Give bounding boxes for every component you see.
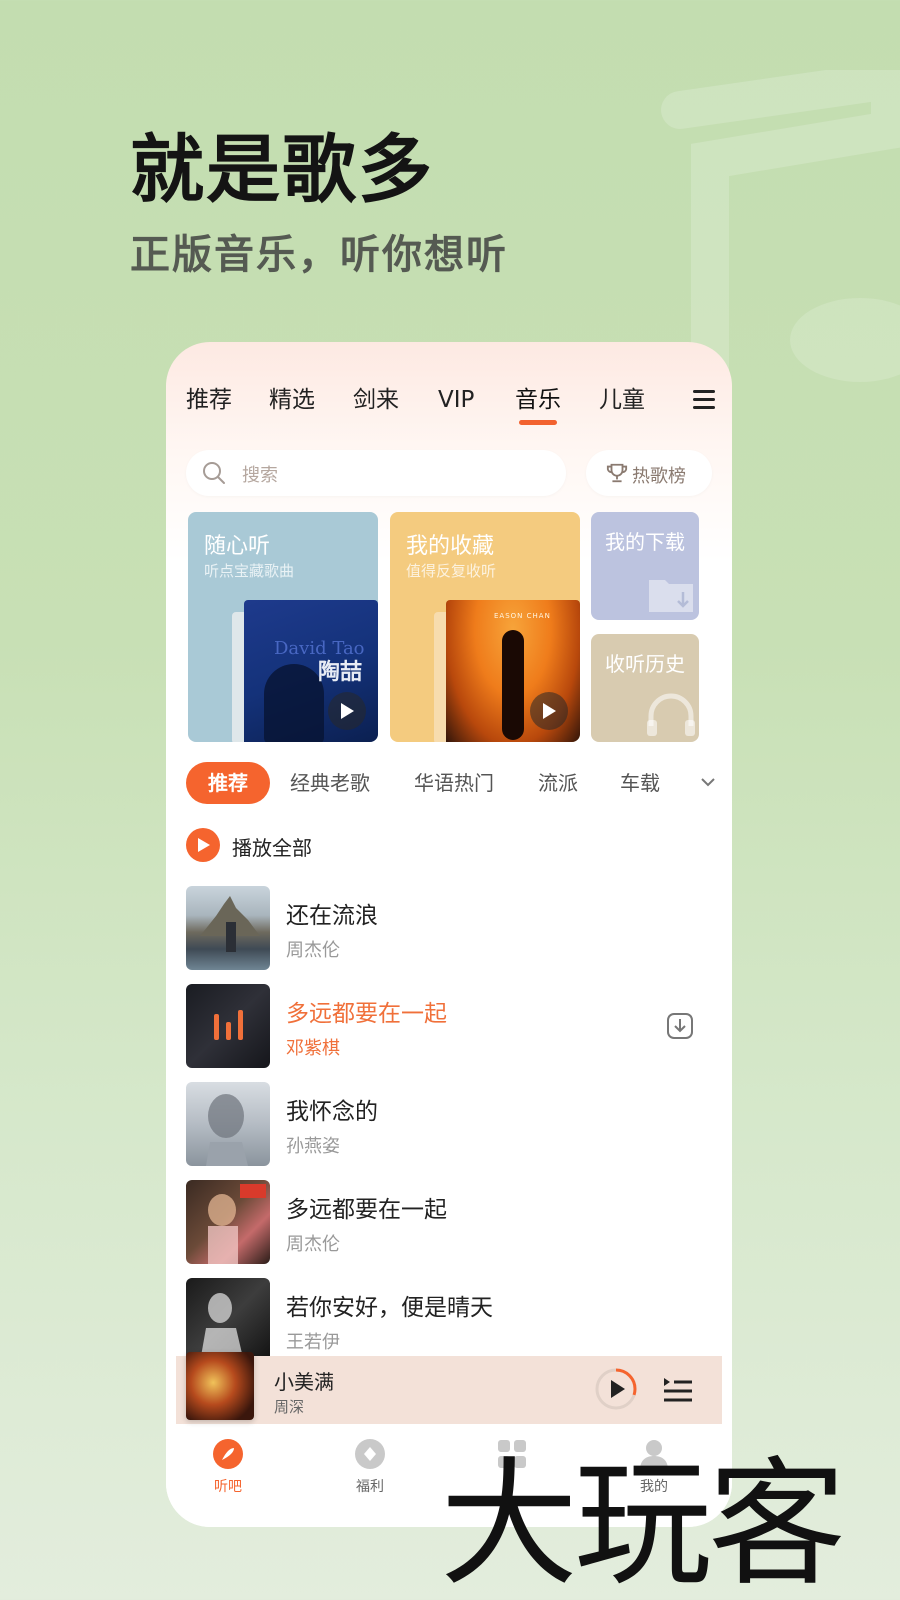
play-icon[interactable] [530,692,568,730]
nav-listen-label: 听吧 [214,1479,242,1495]
song-artist: 周杰伦 [286,940,340,961]
random-listen-title: 随心听 [204,534,271,559]
song-cover [186,984,270,1068]
category-chips: 推荐 经典老歌 华语热门 流派 车载 [186,762,716,804]
search-icon [203,462,225,484]
folder-download-icon [649,580,693,612]
favorites-subtitle: 值得反复收听 [406,562,497,580]
song-cover [186,886,270,970]
tab-music-label: 音乐 [515,387,561,413]
hero-title: 就是歌多 [130,127,434,213]
downloads-title: 我的下载 [605,530,685,554]
song-cover [186,1180,270,1264]
nav-rewards-label: 福利 [356,1479,384,1495]
tab-featured[interactable]: 精选 [269,382,315,418]
favorites-title: 我的收藏 [406,534,495,559]
song-title: 还在流浪 [286,903,378,929]
song-title: 若你安好，便是晴天 [286,1295,493,1321]
history-title: 收听历史 [605,652,685,676]
tab-vip[interactable]: VIP [438,382,474,418]
play-icon [186,828,220,862]
chevron-down-icon[interactable] [700,774,716,790]
tab-kids[interactable]: 儿童 [599,382,645,418]
song-row[interactable]: 多远都要在一起 邓紫棋 [186,984,716,1068]
song-cover [186,1082,270,1166]
play-all-label: 播放全部 [232,836,312,860]
song-title: 多远都要在一起 [286,1197,447,1223]
search-placeholder: 搜索 [242,465,278,486]
random-listen-subtitle: 听点宝藏歌曲 [204,562,295,580]
song-row[interactable]: 多远都要在一起 周杰伦 [186,1180,716,1264]
watermark: 大玩客 [440,1444,846,1600]
active-tab-indicator [519,420,557,425]
hot-chart-label: 热歌榜 [632,466,686,487]
headphones-icon [647,693,695,736]
song-artist: 孙燕姿 [286,1136,340,1157]
favorites-card[interactable]: 我的收藏 值得反复收听 EASON CHAN [390,512,580,742]
history-card[interactable]: 收听历史 [591,634,699,742]
nav-rewards[interactable]: 福利 [320,1428,420,1508]
song-row[interactable]: 若你安好，便是晴天 王若伊 [186,1278,716,1362]
coin-icon [355,1439,385,1469]
song-artist: 邓紫棋 [286,1038,340,1059]
cover-text: 陶喆 [318,660,363,685]
song-artist: 周杰伦 [286,1234,340,1255]
compass-icon [213,1439,243,1469]
nav-listen[interactable]: 听吧 [178,1428,278,1508]
song-title: 我怀念的 [286,1099,378,1125]
hero-subtitle: 正版音乐，听你想听 [130,232,508,278]
play-pause-button[interactable] [594,1367,638,1411]
download-icon[interactable] [666,1012,694,1040]
menu-icon[interactable] [693,390,715,410]
random-listen-card[interactable]: 随心听 听点宝藏歌曲 David Tao 陶喆 [188,512,378,742]
tab-jianlai[interactable]: 剑来 [353,382,399,418]
tab-music[interactable]: 音乐 [515,382,561,425]
downloads-card[interactable]: 我的下载 [591,512,699,620]
trophy-icon [606,463,628,483]
chip-classic-oldies[interactable]: 经典老歌 [290,762,370,804]
song-cover [186,1278,270,1362]
now-playing-cover [186,1352,254,1420]
chip-car[interactable]: 车载 [620,762,660,804]
chip-recommend[interactable]: 推荐 [186,762,270,804]
cover-text: EASON CHAN [494,612,551,620]
chip-genre[interactable]: 流派 [538,762,578,804]
now-playing-artist: 周深 [274,1398,305,1416]
song-row[interactable]: 还在流浪 周杰伦 [186,886,716,970]
chip-chinese-hits[interactable]: 华语热门 [414,762,494,804]
song-title: 多远都要在一起 [286,1001,447,1027]
now-playing-title: 小美满 [274,1370,334,1394]
search-bar[interactable]: 搜索 [186,450,566,496]
phone-screen: 推荐 精选 剑来 VIP 音乐 儿童 搜索 热歌榜 随心听 听点宝藏歌曲 Dav… [166,342,732,1527]
song-artist: 王若伊 [286,1332,340,1353]
hot-chart-button[interactable]: 热歌榜 [586,450,712,496]
equalizer-icon [214,1010,243,1040]
playlist-queue-icon[interactable] [662,1374,694,1404]
tab-recommend[interactable]: 推荐 [186,382,232,418]
song-row[interactable]: 我怀念的 孙燕姿 [186,1082,716,1166]
top-tabs: 推荐 精选 剑来 VIP 音乐 儿童 [166,382,732,438]
play-icon[interactable] [328,692,366,730]
